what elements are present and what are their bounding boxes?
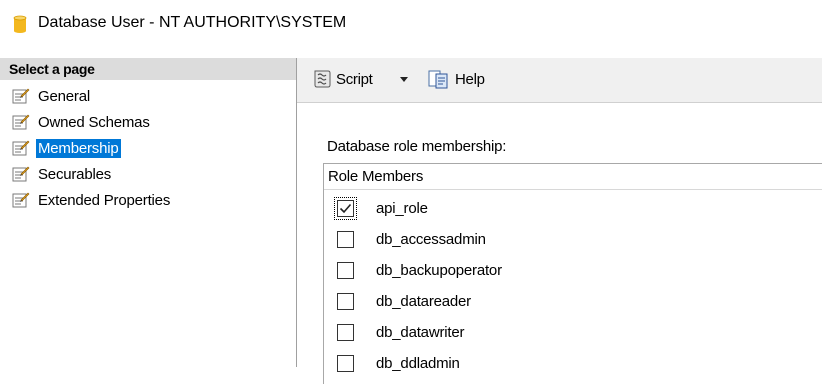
database-role-membership-label: Database role membership:: [327, 138, 507, 155]
database-icon: [13, 15, 27, 33]
help-button-label: Help: [455, 70, 485, 88]
role-row[interactable]: db_datareader: [324, 287, 822, 318]
role-checkbox[interactable]: [337, 262, 354, 279]
dialog-title: Database User - NT AUTHORITY\SYSTEM: [38, 14, 347, 31]
page-icon: [12, 140, 30, 156]
role-checkbox[interactable]: [334, 197, 357, 220]
page-item-label: Owned Schemas: [38, 113, 150, 131]
page-item-owned-schemas[interactable]: Owned Schemas: [12, 111, 152, 133]
page-item-securables[interactable]: Securables: [12, 163, 113, 185]
role-row[interactable]: db_backupoperator: [324, 256, 822, 287]
role-checkbox[interactable]: [337, 355, 354, 372]
column-header-role-members[interactable]: Role Members: [328, 168, 423, 185]
page-icon: [12, 88, 30, 104]
page-item-label: Securables: [38, 165, 112, 183]
select-page-header: Select a page: [0, 58, 296, 80]
role-name: db_datawriter: [376, 324, 465, 341]
role-row[interactable]: db_accessadmin: [324, 225, 822, 256]
role-checkbox[interactable]: [337, 231, 354, 248]
help-button[interactable]: Help: [427, 67, 485, 91]
script-button[interactable]: Script: [311, 67, 373, 91]
script-icon: [314, 70, 331, 88]
role-name: db_backupoperator: [376, 262, 502, 279]
role-name: db_ddladmin: [376, 355, 460, 372]
page-item-membership[interactable]: Membership: [12, 137, 121, 159]
role-name: api_role: [376, 200, 428, 217]
page-icon: [12, 166, 30, 182]
page-icon: [12, 114, 30, 130]
dropdown-arrow-icon: [400, 77, 408, 82]
grid-header: Role Members: [324, 164, 822, 190]
role-checkbox[interactable]: [337, 293, 354, 310]
page-item-general[interactable]: General: [12, 85, 92, 107]
page-item-label: General: [38, 87, 90, 105]
role-name: db_datareader: [376, 293, 471, 310]
page-item-label: Membership: [36, 138, 121, 158]
role-name: db_accessadmin: [376, 231, 486, 248]
page-icon: [12, 192, 30, 208]
page-item-label: Extended Properties: [38, 191, 171, 209]
membership-page: Script Help Database role membership: Ro…: [297, 58, 822, 384]
toolbar: Script Help: [297, 58, 822, 103]
script-button-label: Script: [336, 70, 373, 88]
role-row[interactable]: api_role: [324, 194, 822, 225]
dialog-title-bar: Database User - NT AUTHORITY\SYSTEM: [0, 0, 822, 50]
role-checkbox[interactable]: [337, 324, 354, 341]
checkmark-icon: [339, 203, 352, 214]
role-members-grid: Role Members api_role db_accessadmin db_…: [323, 163, 822, 384]
script-dropdown-button[interactable]: [399, 67, 409, 91]
page-item-extended-properties[interactable]: Extended Properties: [12, 189, 172, 211]
help-icon: [428, 70, 448, 89]
select-page-pane: Select a page General Owned Schemas Memb…: [0, 58, 296, 367]
role-row[interactable]: db_datawriter: [324, 318, 822, 349]
role-row[interactable]: db_ddladmin: [324, 349, 822, 380]
select-page-title: Select a page: [9, 61, 95, 77]
